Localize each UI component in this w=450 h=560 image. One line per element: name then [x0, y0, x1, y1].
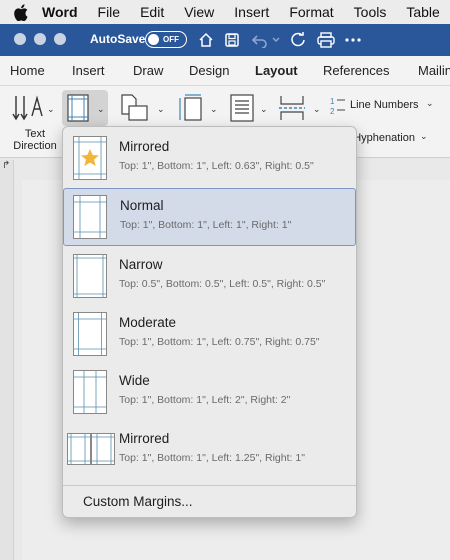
toggle-knob — [148, 34, 159, 45]
margins-option-mirrored-facing[interactable]: Mirrored Top: 1", Bottom: 1", Left: 1.25… — [63, 421, 356, 479]
moderate-page-icon — [73, 312, 107, 361]
margins-option-wide[interactable]: Wide Top: 1", Bottom: 1", Left: 2", Righ… — [63, 363, 356, 421]
menu-file[interactable]: File — [98, 4, 121, 20]
margins-icon[interactable] — [67, 94, 89, 127]
menu-edit[interactable]: Edit — [140, 4, 164, 20]
close-window-button[interactable] — [14, 33, 26, 45]
menu-table[interactable]: Table — [406, 4, 439, 20]
more-options-icon[interactable] — [343, 30, 363, 50]
tab-design[interactable]: Design — [189, 63, 229, 78]
option-title: Wide — [119, 373, 150, 388]
tab-draw[interactable]: Draw — [133, 63, 163, 78]
option-details: Top: 1", Bottom: 1", Left: 2", Right: 2" — [119, 394, 291, 406]
hyphenation-label[interactable]: Hyphenation — [357, 132, 415, 144]
autosave-state: OFF — [163, 35, 179, 44]
tab-insert[interactable]: Insert — [72, 63, 105, 78]
menu-insert[interactable]: Insert — [234, 4, 269, 20]
tab-home[interactable]: Home — [10, 63, 45, 78]
apple-logo-icon[interactable] — [14, 3, 28, 21]
mirrored-star-page-icon — [73, 136, 107, 185]
vertical-ruler — [0, 160, 14, 560]
svg-text:1: 1 — [330, 97, 335, 106]
mirrored-facing-pages-icon — [67, 433, 115, 470]
margins-option-moderate[interactable]: Moderate Top: 1", Bottom: 1", Left: 0.75… — [63, 305, 356, 363]
custom-margins-menu-item[interactable]: Custom Margins... — [83, 494, 193, 509]
text-direction-chevron-icon[interactable]: ⌄ — [47, 104, 55, 115]
macos-menubar: Word File Edit View Insert Format Tools … — [0, 0, 450, 24]
save-icon[interactable] — [222, 30, 242, 50]
tab-layout[interactable]: Layout — [255, 63, 298, 78]
tab-references[interactable]: References — [323, 63, 389, 78]
option-title: Mirrored — [119, 431, 170, 446]
option-title: Moderate — [119, 315, 177, 330]
minimize-window-button[interactable] — [34, 33, 46, 45]
option-details: Top: 1", Bottom: 1", Left: 1.25", Right:… — [119, 452, 305, 464]
zoom-window-button[interactable] — [54, 33, 66, 45]
line-numbers-icon[interactable]: 12 — [330, 96, 346, 121]
option-title: Normal — [120, 198, 164, 213]
ribbon-tabs: Home Insert Draw Design Layout Reference… — [0, 56, 450, 86]
orientation-chevron-icon[interactable]: ⌄ — [157, 104, 165, 115]
menu-tools[interactable]: Tools — [354, 4, 387, 20]
size-chevron-icon[interactable]: ⌄ — [210, 104, 218, 115]
option-details: Top: 0.5", Bottom: 0.5", Left: 0.5", Rig… — [119, 278, 326, 290]
title-bar: AutoSave OFF — [0, 24, 450, 56]
menu-word[interactable]: Word — [42, 4, 78, 20]
size-icon[interactable] — [178, 94, 204, 129]
margins-dropdown-menu: Mirrored Top: 1", Bottom: 1", Left: 0.63… — [62, 126, 357, 518]
option-title: Narrow — [119, 257, 163, 272]
wide-page-icon — [73, 370, 107, 419]
autosave-toggle[interactable]: OFF — [145, 31, 187, 48]
home-icon[interactable] — [196, 30, 216, 50]
margins-option-narrow[interactable]: Narrow Top: 0.5", Bottom: 0.5", Left: 0.… — [63, 247, 356, 305]
breaks-chevron-icon[interactable]: ⌄ — [313, 104, 321, 115]
print-icon[interactable] — [316, 30, 336, 50]
hyphenation-chevron-icon[interactable]: ⌄ — [420, 131, 428, 142]
normal-page-icon — [73, 195, 107, 244]
menu-format[interactable]: Format — [289, 4, 333, 20]
margins-chevron-icon[interactable]: ⌄ — [97, 104, 105, 115]
option-details: Top: 1", Bottom: 1", Left: 1", Right: 1" — [120, 219, 292, 231]
text-direction-icon[interactable] — [12, 94, 44, 127]
menu-view[interactable]: View — [184, 4, 214, 20]
text-direction-label: Text Direction — [13, 128, 57, 152]
undo-icon[interactable] — [250, 30, 270, 50]
menu-divider — [63, 485, 356, 486]
margins-option-mirrored[interactable]: Mirrored Top: 1", Bottom: 1", Left: 0.63… — [63, 129, 356, 187]
undo-dropdown-chevron-icon[interactable] — [270, 30, 282, 50]
option-title: Mirrored — [119, 139, 170, 154]
tab-mailings[interactable]: Mailings — [418, 63, 450, 78]
option-details: Top: 1", Bottom: 1", Left: 0.75", Right:… — [119, 336, 320, 348]
svg-text:2: 2 — [330, 107, 335, 116]
ruler-corner-icon[interactable]: ↱ — [2, 160, 10, 171]
columns-chevron-icon[interactable]: ⌄ — [260, 104, 268, 115]
narrow-page-icon — [73, 254, 107, 303]
redo-icon[interactable] — [288, 30, 308, 50]
line-numbers-label[interactable]: Line Numbers — [350, 99, 418, 111]
autosave-label: AutoSave — [90, 32, 146, 46]
orientation-icon[interactable] — [120, 94, 150, 127]
breaks-icon[interactable] — [278, 94, 306, 127]
margins-option-normal[interactable]: Normal Top: 1", Bottom: 1", Left: 1", Ri… — [63, 188, 356, 246]
option-details: Top: 1", Bottom: 1", Left: 0.63", Right:… — [119, 160, 314, 172]
columns-icon[interactable] — [230, 94, 254, 127]
line-numbers-chevron-icon[interactable]: ⌄ — [426, 98, 434, 109]
